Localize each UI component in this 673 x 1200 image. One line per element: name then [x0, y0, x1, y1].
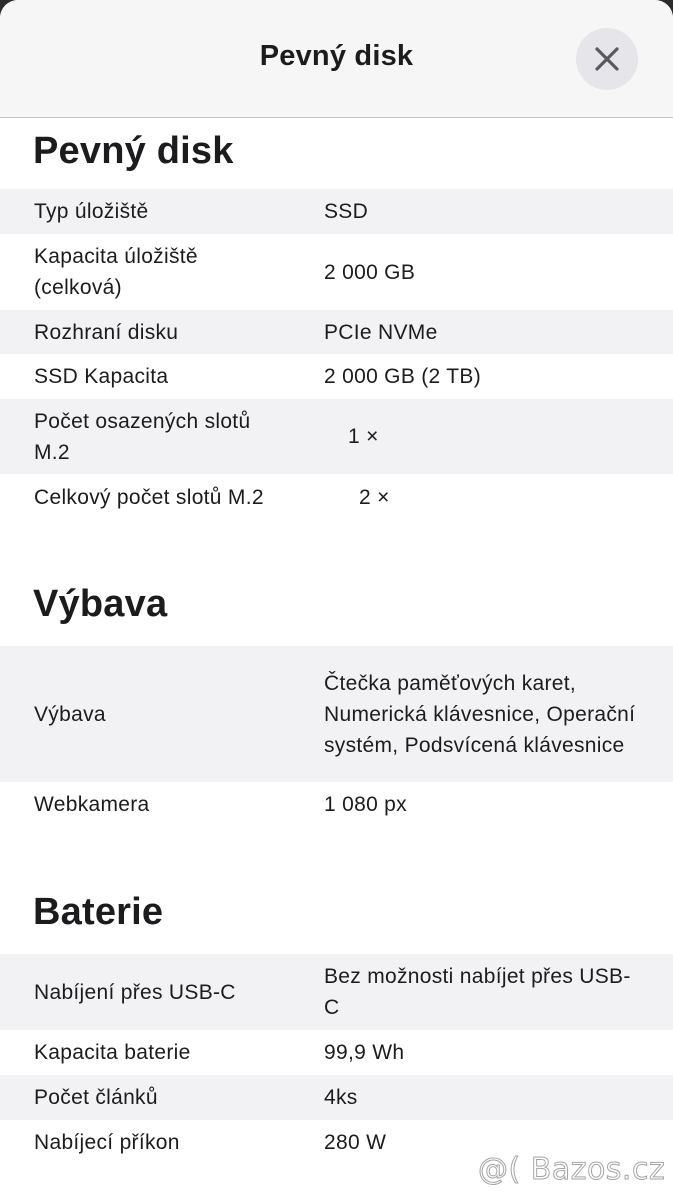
close-icon	[594, 46, 620, 72]
spec-table: Nabíjení přes USB-C Bez možnosti nabíjet…	[0, 954, 673, 1165]
spec-label: Kapacita baterie	[34, 1041, 191, 1064]
section-storage: Pevný disk Typ úložiště SSD Kapacita úlo…	[0, 119, 673, 520]
section-title: Výbava	[33, 583, 168, 625]
spec-label: Rozhraní disku	[34, 320, 179, 344]
spec-label: Počet článků	[34, 1086, 158, 1109]
spec-row: Počet článků 4ks	[0, 1075, 673, 1120]
close-button[interactable]	[576, 28, 638, 90]
spec-label: Počet osazených slotů M.2	[34, 409, 251, 464]
spec-value: 4ks	[324, 1086, 358, 1109]
spec-row: Počet osazených slotů M.2 1 ×	[0, 399, 673, 474]
spec-row: Webkamera 1 080 px	[0, 782, 673, 827]
spec-value: Bez možnosti nabíjet přes USB-C	[324, 965, 631, 1019]
spec-row: Kapacita baterie 99,9 Wh	[0, 1030, 673, 1075]
spec-row: Kapacita úložiště (celková) 2 000 GB	[0, 234, 673, 310]
spec-value: PCIe NVMe	[324, 320, 438, 344]
spec-sheet-modal: Pevný disk Pevný disk Typ úložiště SSD K…	[0, 0, 673, 1200]
section-title: Pevný disk	[33, 130, 234, 172]
spec-table: Výbava Čtečka paměťových karet, Numerick…	[0, 646, 673, 827]
section-title: Baterie	[33, 891, 164, 933]
spec-label: Kapacita úložiště (celková)	[34, 245, 198, 299]
spec-value: SSD	[324, 200, 369, 223]
spec-row: Nabíjení přes USB-C Bez možnosti nabíjet…	[0, 954, 673, 1030]
spec-value: 99,9 Wh	[324, 1041, 405, 1064]
spec-value: 1 080 px	[324, 793, 407, 816]
spec-row: SSD Kapacita 2 000 GB (2 TB)	[0, 354, 673, 399]
spec-row: Rozhraní disku PCIe NVMe	[0, 310, 673, 354]
spec-label: SSD Kapacita	[34, 365, 169, 388]
spec-label: Výbava	[34, 702, 106, 726]
spec-row: Výbava Čtečka paměťových karet, Numerick…	[0, 646, 673, 782]
spec-value: 2 000 GB	[324, 260, 416, 284]
spec-content: Pevný disk Typ úložiště SSD Kapacita úlo…	[0, 119, 673, 1165]
section-battery: Baterie Nabíjení přes USB-C Bez možnosti…	[0, 827, 673, 1165]
spec-label: Celkový počet slotů M.2	[34, 485, 264, 509]
modal-title: Pevný disk	[259, 40, 414, 72]
spec-value: 1 ×	[348, 425, 379, 448]
spec-value: 2 000 GB (2 TB)	[324, 365, 482, 388]
section-equipment: Výbava Výbava Čtečka paměťových karet, N…	[0, 520, 673, 827]
spec-value: Čtečka paměťových karet, Numerická kláve…	[324, 671, 636, 757]
spec-label: Typ úložiště	[34, 200, 149, 223]
spec-value: 2 ×	[359, 485, 390, 509]
spec-row: Celkový počet slotů M.2 2 ×	[0, 474, 673, 520]
spec-label: Nabíjecí příkon	[34, 1131, 180, 1154]
modal-header: Pevný disk	[0, 0, 673, 118]
bazos-watermark: @( Bazos.cz	[477, 1152, 666, 1188]
spec-label: Webkamera	[34, 793, 150, 816]
spec-table: Typ úložiště SSD Kapacita úložiště (celk…	[0, 189, 673, 520]
spec-row: Typ úložiště SSD	[0, 189, 673, 234]
spec-label: Nabíjení přes USB-C	[34, 980, 236, 1004]
